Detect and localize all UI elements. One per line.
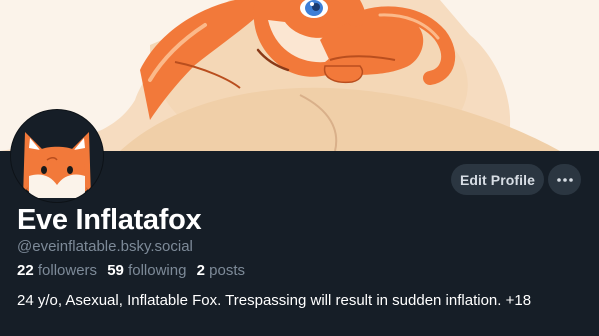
followers-label: followers <box>37 262 98 279</box>
profile-stats: 22 followers 59 following 2 posts <box>17 262 251 279</box>
edit-profile-button[interactable]: Edit Profile <box>451 164 544 195</box>
posts-count: 2 <box>196 262 205 279</box>
following-count: 59 <box>107 262 124 279</box>
ellipsis-icon <box>556 177 573 182</box>
profile-handle: @eveinflatable.bsky.social <box>17 238 193 255</box>
followers-count: 22 <box>17 262 34 279</box>
display-name: Eve Inflatafox <box>17 204 202 236</box>
followers-link[interactable]: 22 followers <box>17 262 97 279</box>
following-label: following <box>128 262 187 279</box>
fox-avatar <box>11 110 103 202</box>
more-options-button[interactable] <box>548 164 581 195</box>
edit-profile-label: Edit Profile <box>459 171 536 188</box>
avatar[interactable] <box>10 109 104 203</box>
profile-bio: 24 y/o, Asexual, Inflatable Fox. Trespas… <box>17 292 532 309</box>
posts-label: posts <box>209 262 245 279</box>
following-link[interactable]: 59 following <box>107 262 186 279</box>
posts-stat: 2 posts <box>197 262 245 279</box>
